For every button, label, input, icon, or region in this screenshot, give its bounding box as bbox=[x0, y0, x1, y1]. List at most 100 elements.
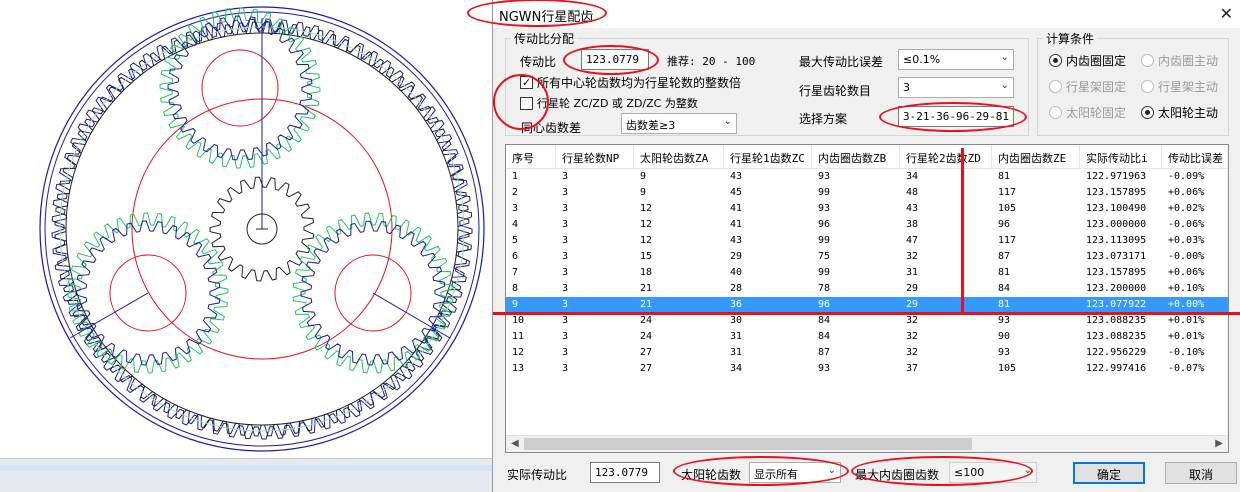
close-icon[interactable]: ✕ bbox=[1220, 4, 1233, 23]
table-cell: 122.971963 bbox=[1086, 171, 1147, 182]
table-cell: 1 bbox=[512, 171, 519, 182]
sun-teeth-select[interactable]: 显示所有 ⌄ bbox=[749, 462, 841, 483]
table-row[interactable]: 3 3 12 41 93 43 105 123.100490 +0.02% bbox=[506, 201, 1228, 217]
concentric-value: 齿数差≥3 bbox=[626, 119, 676, 132]
cancel-button[interactable]: 取消 bbox=[1165, 462, 1237, 484]
table-row[interactable]: 7 3 18 40 99 31 81 123.157895 +0.06% bbox=[506, 265, 1228, 281]
table-cell: 93 bbox=[818, 363, 831, 374]
column-header[interactable]: 行星轮2齿数ZD bbox=[900, 145, 992, 169]
planet-count-select[interactable]: 3 ⌄ bbox=[898, 77, 1014, 98]
table-cell: 18 bbox=[640, 267, 653, 278]
table-cell: 41 bbox=[730, 219, 743, 230]
calc-radio-1[interactable]: 内齿圈固定 bbox=[1049, 52, 1126, 69]
table-cell: 29 bbox=[906, 283, 919, 294]
table-cell: 45 bbox=[730, 187, 743, 198]
checkbox-box: ✓ bbox=[520, 76, 533, 89]
table-cell: -0.06% bbox=[1168, 219, 1205, 230]
concentric-select[interactable]: 齿数差≥3 ⌄ bbox=[621, 113, 737, 134]
radio-dot bbox=[1141, 106, 1154, 119]
table-row[interactable]: 11 3 24 31 84 32 90 123.088235 +0.01% bbox=[506, 329, 1228, 345]
table-cell: 90 bbox=[998, 331, 1011, 342]
column-header[interactable]: 内齿圈齿数ZE bbox=[992, 145, 1080, 169]
ok-button[interactable]: 确定 bbox=[1073, 462, 1145, 484]
table-cell: 43 bbox=[730, 171, 743, 182]
scheme-input[interactable]: 3-21-36-96-29-81 bbox=[898, 106, 1014, 127]
recommend-text: 推荐: 20 - 100 bbox=[667, 55, 756, 68]
scheme-table[interactable]: 序号 行星轮数NP 太阳轮齿数ZA 行星轮1齿数ZC 内齿圈齿数ZB 行星轮2齿数ZD 内齿… bbox=[505, 144, 1229, 453]
table-row[interactable]: 13 3 27 34 93 37 105 122.997416 -0.07% bbox=[506, 361, 1228, 377]
table-cell: 87 bbox=[998, 251, 1011, 262]
chevron-down-icon: ⌄ bbox=[723, 116, 732, 127]
calc-radio-2[interactable]: 内齿圈主动 bbox=[1141, 52, 1218, 69]
table-cell: 3 bbox=[562, 283, 569, 294]
table-row[interactable]: 4 3 12 41 96 38 96 123.000000 -0.06% bbox=[506, 217, 1228, 233]
gear-drawing-canvas[interactable] bbox=[0, 0, 492, 458]
table-row[interactable]: 5 3 12 43 99 47 117 123.113095 +0.03% bbox=[506, 233, 1228, 249]
table-cell: 37 bbox=[906, 363, 919, 374]
column-header[interactable]: 序号 bbox=[506, 145, 556, 169]
calc-radio-3[interactable]: 行星架固定 bbox=[1049, 78, 1126, 95]
ratio-input[interactable]: 123.0779 bbox=[581, 49, 649, 70]
table-cell: 12 bbox=[640, 219, 653, 230]
column-header[interactable]: 行星轮数NP bbox=[556, 145, 634, 169]
table-cell: 32 bbox=[906, 315, 919, 326]
table-row[interactable]: 10 3 24 30 84 32 93 123.088235 +0.01% bbox=[506, 313, 1228, 329]
table-cell: 123.077922 bbox=[1086, 299, 1147, 310]
table-cell: 84 bbox=[818, 331, 831, 342]
zc-zd-integer-checkbox[interactable]: 行星轮 ZC/ZD 或 ZD/ZC 为整数 bbox=[520, 95, 698, 111]
table-row[interactable]: 9 3 21 36 96 29 81 123.077922 +0.00% bbox=[506, 297, 1228, 313]
table-cell: 12 bbox=[640, 203, 653, 214]
table-cell: 123.200000 bbox=[1086, 283, 1147, 294]
planet-gear-blue bbox=[300, 220, 446, 366]
table-cell: +0.01% bbox=[1168, 331, 1205, 342]
cad-status-strip bbox=[0, 458, 492, 492]
horizontal-scrollbar[interactable]: ◀ ▶ bbox=[506, 435, 1228, 452]
table-cell: 11 bbox=[512, 331, 525, 342]
table-cell: 8 bbox=[512, 283, 519, 294]
calc-radio-6[interactable]: 太阳轮主动 bbox=[1141, 104, 1218, 121]
table-cell: -0.10% bbox=[1168, 347, 1205, 358]
table-cell: 3 bbox=[562, 203, 569, 214]
table-cell: 75 bbox=[818, 251, 831, 262]
table-cell: 21 bbox=[640, 283, 653, 294]
table-row[interactable]: 1 3 9 43 93 34 81 122.971963 -0.09% bbox=[506, 169, 1228, 185]
ratio-group-title: 传动比分配 bbox=[511, 30, 578, 47]
scroll-left-icon[interactable]: ◀ bbox=[511, 438, 519, 449]
table-cell: +0.06% bbox=[1168, 267, 1205, 278]
column-header[interactable]: 太阳轮齿数ZA bbox=[634, 145, 724, 169]
radio-label: 行星架主动 bbox=[1158, 80, 1219, 94]
column-header[interactable]: 内齿圈齿数ZB bbox=[812, 145, 900, 169]
radio-label: 行星架固定 bbox=[1066, 80, 1127, 94]
table-cell: 84 bbox=[818, 315, 831, 326]
table-cell: 10 bbox=[512, 315, 525, 326]
table-cell: 34 bbox=[730, 363, 743, 374]
table-cell: 31 bbox=[906, 267, 919, 278]
table-row[interactable]: 6 3 15 29 75 32 87 123.073171 -0.00% bbox=[506, 249, 1228, 265]
scroll-right-icon[interactable]: ▶ bbox=[1215, 438, 1223, 449]
table-row[interactable]: 12 3 27 31 87 32 93 122.956229 -0.10% bbox=[506, 345, 1228, 361]
radio-label: 太阳轮主动 bbox=[1158, 106, 1219, 120]
column-header[interactable]: 实际传动比i bbox=[1080, 145, 1162, 169]
radio-dot bbox=[1141, 54, 1154, 67]
ngwn-dialog: NGWN行星配齿 ✕ 传动比分配 传动比 123.0779 推荐: 20 - 1… bbox=[467, 0, 1240, 492]
table-cell: -0.07% bbox=[1168, 363, 1205, 374]
table-cell: 93 bbox=[818, 203, 831, 214]
scheme-label: 选择方案 bbox=[799, 112, 848, 126]
calc-radio-4[interactable]: 行星架主动 bbox=[1141, 78, 1218, 95]
table-cell: 84 bbox=[998, 283, 1011, 294]
actual-ratio-input[interactable]: 123.0779 bbox=[590, 462, 660, 483]
radio-label: 太阳轮固定 bbox=[1066, 106, 1127, 120]
table-cell: 123.088235 bbox=[1086, 331, 1147, 342]
scroll-thumb[interactable] bbox=[524, 438, 972, 450]
table-row[interactable]: 2 3 9 45 99 48 117 123.157895 +0.06% bbox=[506, 185, 1228, 201]
max-error-select[interactable]: ≤0.1% ⌄ bbox=[898, 49, 1014, 70]
column-header[interactable]: 行星轮1齿数ZC bbox=[724, 145, 812, 169]
calc-radio-5[interactable]: 太阳轮固定 bbox=[1049, 104, 1126, 121]
table-row[interactable]: 8 3 21 28 78 29 84 123.200000 +0.10% bbox=[506, 281, 1228, 297]
max-ring-select[interactable]: ≤100 ⌄ bbox=[949, 462, 1037, 483]
table-cell: 81 bbox=[998, 267, 1011, 278]
integer-multiple-checkbox[interactable]: ✓ 所有中心轮齿数均为行星轮数的整数倍 bbox=[520, 74, 741, 91]
table-cell: 99 bbox=[818, 235, 831, 246]
column-header[interactable]: 传动比误差 bbox=[1162, 145, 1228, 169]
table-cell: 15 bbox=[640, 251, 653, 262]
